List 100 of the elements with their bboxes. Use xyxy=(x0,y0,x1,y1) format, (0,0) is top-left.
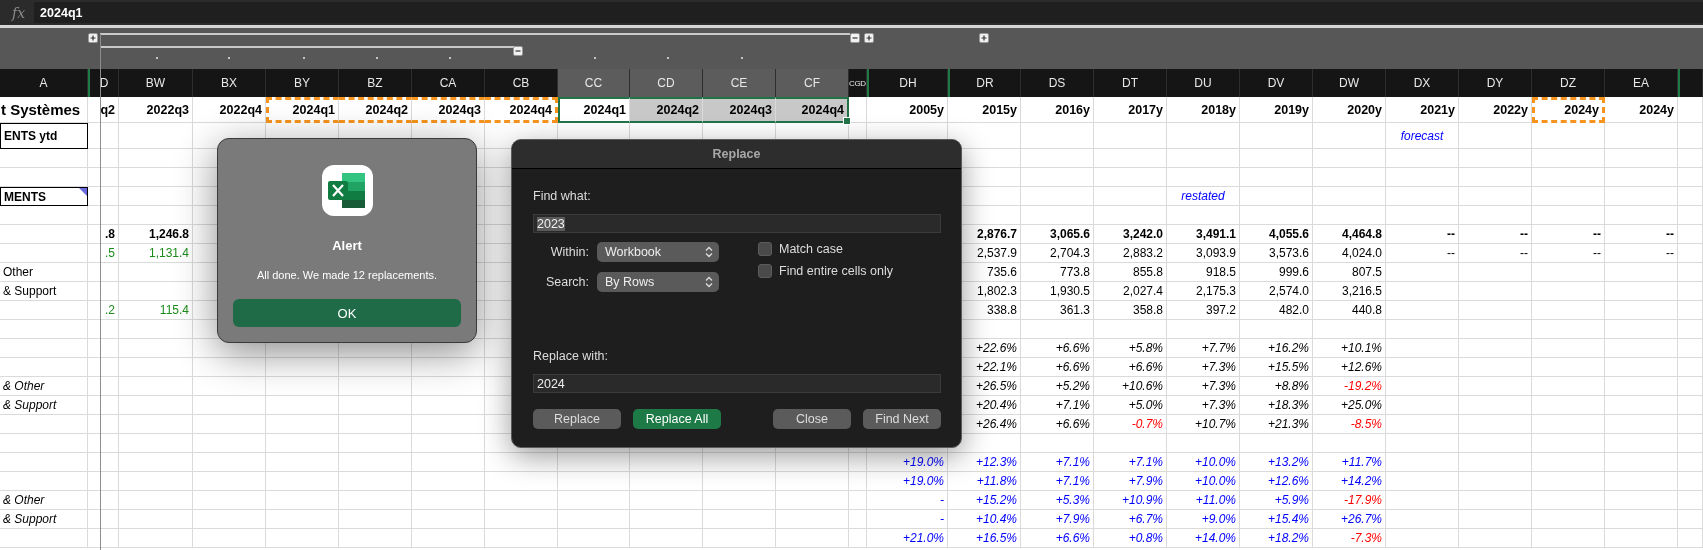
table-cell: 3,491.1 xyxy=(1167,225,1240,244)
field-label: Within: xyxy=(549,245,589,259)
empty-cell xyxy=(558,510,630,529)
find-field[interactable]: 2023 xyxy=(533,214,941,233)
column-header[interactable]: D xyxy=(88,69,119,97)
empty-cell xyxy=(1678,377,1703,396)
checkbox-label[interactable]: Match case xyxy=(779,242,843,256)
table-cell: 1,930.5 xyxy=(1021,282,1094,301)
table-cell: 2,704.3 xyxy=(1021,244,1094,263)
column-header[interactable]: CF xyxy=(776,69,849,97)
minus-icon[interactable] xyxy=(513,46,523,56)
column-header[interactable]: DV xyxy=(1240,69,1313,97)
column-header[interactable]: A xyxy=(0,69,88,97)
table-cell: +15.2% xyxy=(948,491,1021,510)
spreadsheet-app-icon xyxy=(321,165,373,216)
column-header[interactable]: DS xyxy=(1021,69,1094,97)
table-cell: +8.8% xyxy=(1240,377,1313,396)
dialog-button[interactable]: Find Next xyxy=(863,409,941,429)
column-header[interactable]: DH xyxy=(867,69,948,97)
plus-icon[interactable] xyxy=(864,33,874,43)
dropdown[interactable]: By Rows xyxy=(597,272,719,292)
replace-field[interactable]: 2024 xyxy=(533,374,941,393)
column-header[interactable]: DU xyxy=(1167,69,1240,97)
table-cell: 999.6 xyxy=(1240,263,1313,282)
chevron-updown-icon xyxy=(705,276,713,288)
table-cell: 2024q1 xyxy=(266,97,339,123)
empty-cell xyxy=(1678,491,1703,510)
table-cell: 2024q4 xyxy=(776,97,849,123)
table-cell: 2019y xyxy=(1240,97,1313,123)
table-cell: -- xyxy=(1605,225,1678,244)
table-cell: +10.4% xyxy=(948,510,1021,529)
table-cell: 2024q3 xyxy=(412,97,485,123)
table-cell: 2022q4 xyxy=(193,97,266,123)
table-cell: & Support xyxy=(0,282,88,301)
dialog-button[interactable]: Close xyxy=(773,409,851,429)
table-cell: 2,574.0 xyxy=(1240,282,1313,301)
column-header[interactable]: BW xyxy=(119,69,193,97)
plus-icon[interactable] xyxy=(88,33,98,43)
plus-icon[interactable] xyxy=(979,33,989,43)
column-header[interactable]: EA xyxy=(1605,69,1678,97)
table-cell: +5.2% xyxy=(1021,377,1094,396)
replace-button[interactable]: Replace All xyxy=(633,409,721,429)
column-header[interactable]: CA xyxy=(412,69,485,97)
replace-button[interactable]: Replace xyxy=(533,409,621,429)
column-header[interactable]: DX xyxy=(1386,69,1459,97)
table-cell: 2,027.4 xyxy=(1094,282,1167,301)
table-cell: +7.1% xyxy=(1021,472,1094,491)
empty-cell xyxy=(1678,282,1703,301)
column-header[interactable]: DW xyxy=(1313,69,1386,97)
table-cell: 2024q3 xyxy=(703,97,776,123)
empty-cell xyxy=(849,510,867,529)
table-cell: -7.3% xyxy=(1313,529,1386,548)
column-header[interactable]: BX xyxy=(193,69,266,97)
empty-cell xyxy=(1678,339,1703,358)
alert-title: Alert xyxy=(332,238,362,254)
column-header[interactable]: DR xyxy=(948,69,1021,97)
table-cell: +6.7% xyxy=(1094,510,1167,529)
dropdown[interactable]: Workbook xyxy=(597,242,719,262)
table-cell: +10.9% xyxy=(1094,491,1167,510)
table-cell: -- xyxy=(1386,225,1459,244)
table-cell: -- xyxy=(1532,225,1605,244)
table-cell: 2024q2 xyxy=(339,97,412,123)
table-cell: -- xyxy=(1532,244,1605,263)
table-cell: t Systèmes xyxy=(0,97,88,123)
column-header[interactable]: CC xyxy=(558,69,630,97)
checkbox[interactable] xyxy=(758,264,772,278)
checkbox[interactable] xyxy=(758,242,772,256)
column-header[interactable] xyxy=(1678,69,1703,97)
table-cell: 1,131.4 xyxy=(119,244,193,263)
table-cell: 2,883.2 xyxy=(1094,244,1167,263)
column-header[interactable]: DT xyxy=(1094,69,1167,97)
table-cell: 2020y xyxy=(1313,97,1386,123)
table-cell: +7.7% xyxy=(1167,339,1240,358)
minus-icon[interactable] xyxy=(850,33,860,43)
empty-cell xyxy=(1678,529,1703,548)
fill-handle[interactable] xyxy=(843,117,851,125)
table-cell: +15.5% xyxy=(1240,358,1313,377)
table-cell: +16.5% xyxy=(948,529,1021,548)
table-cell: 918.5 xyxy=(1167,263,1240,282)
column-header[interactable]: CD xyxy=(630,69,703,97)
column-header[interactable]: CGD xyxy=(849,69,867,97)
table-cell: +18.3% xyxy=(1240,396,1313,415)
table-cell: 2015y xyxy=(948,97,1021,123)
table-cell: +10.0% xyxy=(1167,472,1240,491)
column-header[interactable]: DZ xyxy=(1532,69,1605,97)
formula-field[interactable]: 2024q1 xyxy=(34,2,1703,23)
column-header[interactable]: BY xyxy=(266,69,339,97)
table-cell: -- xyxy=(1386,244,1459,263)
ok-button[interactable]: OK xyxy=(233,299,461,327)
column-header[interactable]: CE xyxy=(703,69,776,97)
table-cell: +5.8% xyxy=(1094,339,1167,358)
column-header[interactable]: CB xyxy=(485,69,558,97)
checkbox-label[interactable]: Find entire cells only xyxy=(779,264,893,278)
column-header[interactable]: DY xyxy=(1459,69,1532,97)
table-cell: 2018y xyxy=(1167,97,1240,123)
table-cell: +25.0% xyxy=(1313,396,1386,415)
column-header[interactable]: BZ xyxy=(339,69,412,97)
empty-cell xyxy=(558,529,630,548)
table-cell: +9.0% xyxy=(1167,510,1240,529)
table-cell: ENTS ytd xyxy=(0,123,88,149)
